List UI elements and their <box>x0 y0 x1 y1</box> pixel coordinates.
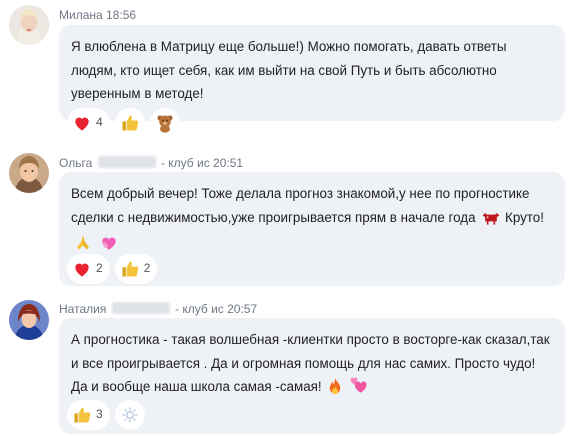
author-name[interactable]: Милана <box>59 8 103 22</box>
message-header: Ольга - клуб ис 20:51 <box>59 156 243 170</box>
message-time: 20:51 <box>213 156 244 170</box>
message-text-main: Всем добрый вечер! Тоже делала прогноз з… <box>71 186 530 225</box>
sparkle-icon <box>120 405 140 425</box>
reaction-count: 2 <box>143 261 151 276</box>
redacted-surname <box>97 156 156 168</box>
message-text: А прогностика - такая волшебная -клиентк… <box>71 328 553 403</box>
message-bubble: Всем добрый вечер! Тоже делала прогноз з… <box>59 172 565 286</box>
message-bubble: Я влюблена в Матрицу еще больше!) Можно … <box>59 25 565 138</box>
message-text: Всем добрый вечер! Тоже делала прогноз з… <box>71 182 553 261</box>
reactions-bar: 3 <box>67 400 145 430</box>
message-header: Милана 18:56 <box>59 8 136 22</box>
reaction-count: 3 <box>96 407 103 422</box>
avatar[interactable] <box>9 5 49 45</box>
message-text-end: Круто! <box>505 209 544 225</box>
thumbs-up-icon <box>72 405 92 425</box>
message-header: Наталия - клуб ис 20:57 <box>59 302 257 316</box>
thumbs-up-icon <box>120 113 140 133</box>
reaction-count: 2 <box>96 261 103 276</box>
message-time: 18:56 <box>106 8 137 22</box>
reaction-teddy-bear[interactable] <box>149 108 180 138</box>
reaction-thumbs-up[interactable]: 3 <box>67 400 110 430</box>
heart-icon <box>72 259 92 279</box>
redacted-surname <box>111 302 170 314</box>
avatar[interactable] <box>9 300 49 340</box>
message-bubble: А прогностика - такая волшебная -клиентк… <box>59 318 565 434</box>
bull-icon <box>481 210 501 234</box>
reactions-bar: 4 <box>67 108 180 138</box>
teddy-bear-icon <box>155 113 175 133</box>
reaction-heart[interactable]: 4 <box>67 108 110 138</box>
author-name[interactable]: Ольга <box>59 156 92 170</box>
two-hearts-icon <box>349 377 369 403</box>
author-name[interactable]: Наталия <box>59 302 106 316</box>
thumbs-up-icon <box>120 259 140 279</box>
reaction-sparkle[interactable] <box>114 400 145 430</box>
reaction-count: 4 <box>96 115 103 130</box>
message-text: Я влюблена в Матрицу еще больше!) Можно … <box>71 39 507 102</box>
reaction-thumbs-up[interactable]: 2 <box>114 254 158 284</box>
author-suffix: - клуб ис <box>175 302 224 316</box>
heart-icon <box>72 113 92 133</box>
author-suffix: - клуб ис <box>160 156 210 170</box>
message-time: 20:57 <box>227 302 258 316</box>
reaction-heart[interactable]: 2 <box>67 254 110 284</box>
message-text-main: А прогностика - такая волшебная -клиентк… <box>71 332 550 395</box>
fire-icon <box>327 377 343 403</box>
avatar[interactable] <box>9 153 49 193</box>
reaction-thumbs-up[interactable] <box>114 108 145 138</box>
reactions-bar: 2 2 <box>67 254 158 284</box>
